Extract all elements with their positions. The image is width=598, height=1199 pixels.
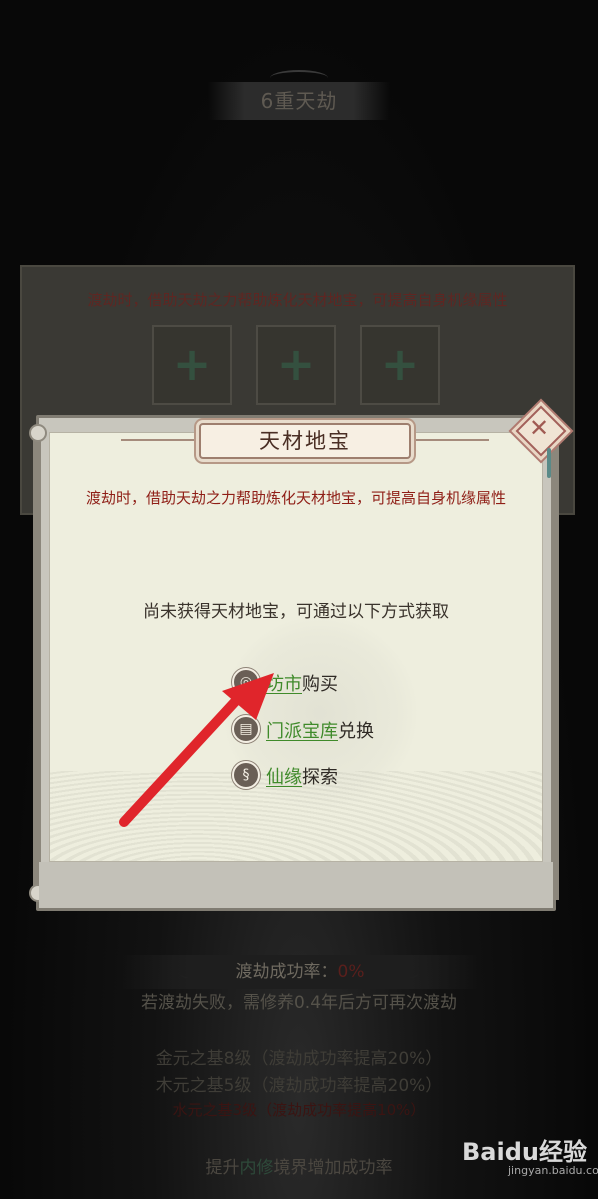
tassel-icon xyxy=(547,448,551,478)
acquire-hint: 尚未获得天材地宝，可通过以下方式获取 xyxy=(143,602,449,622)
source-text: 坊市购买 xyxy=(266,670,338,696)
treasure-slot-2[interactable]: + xyxy=(256,325,336,405)
coin-pouch-icon: ◎ xyxy=(232,668,260,696)
modal-description: 渡劫时，借助天劫之力帮助炼化天材地宝，可提高自身机缘属性 xyxy=(85,489,506,507)
source-text: 仙缘探索 xyxy=(266,763,338,789)
modal-body: 渡劫时，借助天劫之力帮助炼化天材地宝，可提高自身机缘属性 尚未获得天材地宝，可通… xyxy=(49,432,543,862)
panel-description: 渡劫时，借助天劫之力帮助炼化天材地宝，可提高自身机缘属性 xyxy=(87,291,508,309)
success-rate-value: 0% xyxy=(337,962,365,982)
modal-edge-right xyxy=(551,426,559,900)
modal-title-plaque: 天材地宝 xyxy=(199,423,411,459)
base-line-water: 水元之基3级（渡劫成功率提高10%） xyxy=(172,1101,426,1119)
modal-footer xyxy=(39,862,553,908)
success-rate-label: 渡劫成功率： xyxy=(235,962,338,982)
corner-ornament-icon xyxy=(29,424,47,442)
fortune-swirl-icon: § xyxy=(232,761,260,789)
fail-note: 若渡劫失败，需修养0.4年后方可再次渡劫 xyxy=(140,993,458,1013)
fortune-link[interactable]: 仙缘 xyxy=(266,767,302,788)
sect-vault-link[interactable]: 门派宝库 xyxy=(266,721,338,742)
source-text: 门派宝库兑换 xyxy=(266,717,374,743)
success-rate: 渡劫成功率：0% xyxy=(120,955,480,989)
sect-vault-icon: ▤ xyxy=(232,715,260,743)
game-screen: 6重天劫 渡劫时，借助天劫之力帮助炼化天材地宝，可提高自身机缘属性 + + + … xyxy=(0,0,598,1199)
inner-cultivation-link[interactable]: 内修 xyxy=(240,1158,274,1178)
sect-vault-action: 兑换 xyxy=(338,721,374,742)
treasure-slot-3[interactable]: + xyxy=(360,325,440,405)
stage-title: 6重天劫 xyxy=(208,82,390,120)
improve-suffix: 境界增加成功率 xyxy=(273,1158,393,1178)
base-line-metal: 金元之基8级（渡劫成功率提高20%） xyxy=(155,1049,443,1069)
title-wing-right xyxy=(409,439,489,441)
modal-title: 天材地宝 xyxy=(259,429,351,453)
brand-domain: jingyan.baidu.com xyxy=(508,1164,598,1177)
market-link[interactable]: 坊市 xyxy=(266,674,302,695)
improve-prefix: 提升 xyxy=(205,1158,240,1178)
modal-edge-left xyxy=(33,426,41,900)
close-icon: ✕ xyxy=(528,414,550,442)
base-line-wood: 木元之基5级（渡劫成功率提高20%） xyxy=(155,1076,443,1096)
market-action: 购买 xyxy=(302,674,338,695)
fortune-action: 探索 xyxy=(302,767,338,788)
treasure-modal: 渡劫时，借助天劫之力帮助炼化天材地宝，可提高自身机缘属性 尚未获得天材地宝，可通… xyxy=(29,415,559,911)
treasure-slot-1[interactable]: + xyxy=(152,325,232,405)
brand-text: Baidu经验 xyxy=(462,1138,587,1166)
title-wing-left xyxy=(121,439,201,441)
close-button[interactable]: ✕ xyxy=(515,405,567,457)
